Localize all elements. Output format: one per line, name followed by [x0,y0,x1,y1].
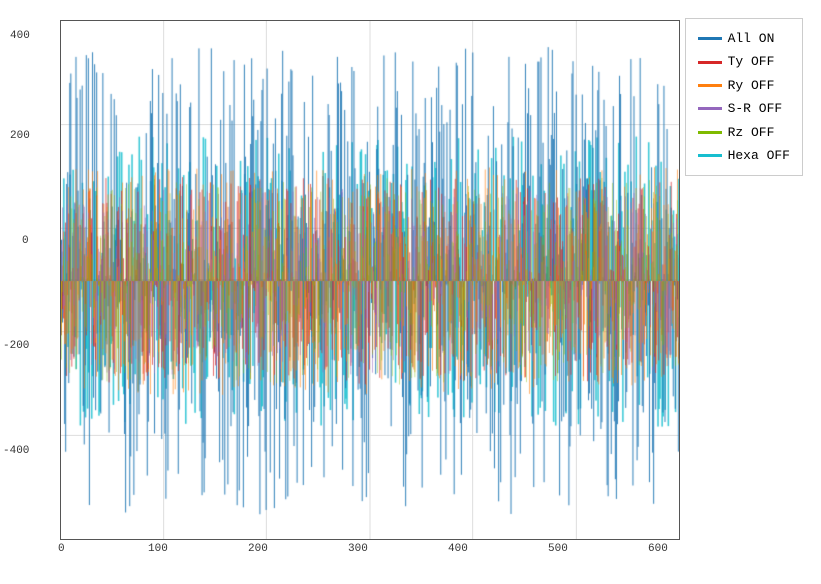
bar-chart-canvas [61,21,680,540]
legend-item-all-on: All ON [698,27,790,50]
legend-color-sr-off [698,107,722,110]
x-axis-tick-400: 400 [448,543,468,555]
chart-legend: All ON Ty OFF Ry OFF S-R OFF Rz OFF Hexa… [685,18,803,176]
legend-color-hexa-off [698,154,722,157]
legend-item-sr-off: S-R OFF [698,97,790,120]
x-axis-tick-100: 100 [148,543,168,555]
y-axis-tick-200: 200 [10,130,30,142]
x-axis-tick-200: 200 [248,543,268,555]
legend-item-rz-off: Rz OFF [698,121,790,144]
legend-item-ty-off: Ty OFF [698,50,790,73]
legend-label-rz-off: Rz OFF [728,121,775,144]
x-axis-tick-600: 600 [648,543,668,555]
legend-label-all-on: All ON [728,27,775,50]
y-axis-tick-0: 0 [22,235,29,247]
y-axis-tick-n400: -400 [3,445,29,457]
legend-color-rz-off [698,131,722,134]
legend-label-hexa-off: Hexa OFF [728,144,790,167]
legend-item-hexa-off: Hexa OFF [698,144,790,167]
legend-color-ry-off [698,84,722,87]
y-axis-tick-n200: -200 [3,340,29,352]
legend-label-ry-off: Ry OFF [728,74,775,97]
chart-plot-area [60,20,680,540]
legend-color-all-on [698,37,722,40]
x-axis-tick-500: 500 [548,543,568,555]
legend-item-ry-off: Ry OFF [698,74,790,97]
x-axis-tick-0: 0 [58,543,65,555]
chart-container: All ON Ty OFF Ry OFF S-R OFF Rz OFF Hexa… [0,0,821,584]
legend-label-ty-off: Ty OFF [728,50,775,73]
legend-label-sr-off: S-R OFF [728,97,783,120]
y-axis-tick-400: 400 [10,30,30,42]
legend-color-ty-off [698,61,722,64]
x-axis-tick-300: 300 [348,543,368,555]
